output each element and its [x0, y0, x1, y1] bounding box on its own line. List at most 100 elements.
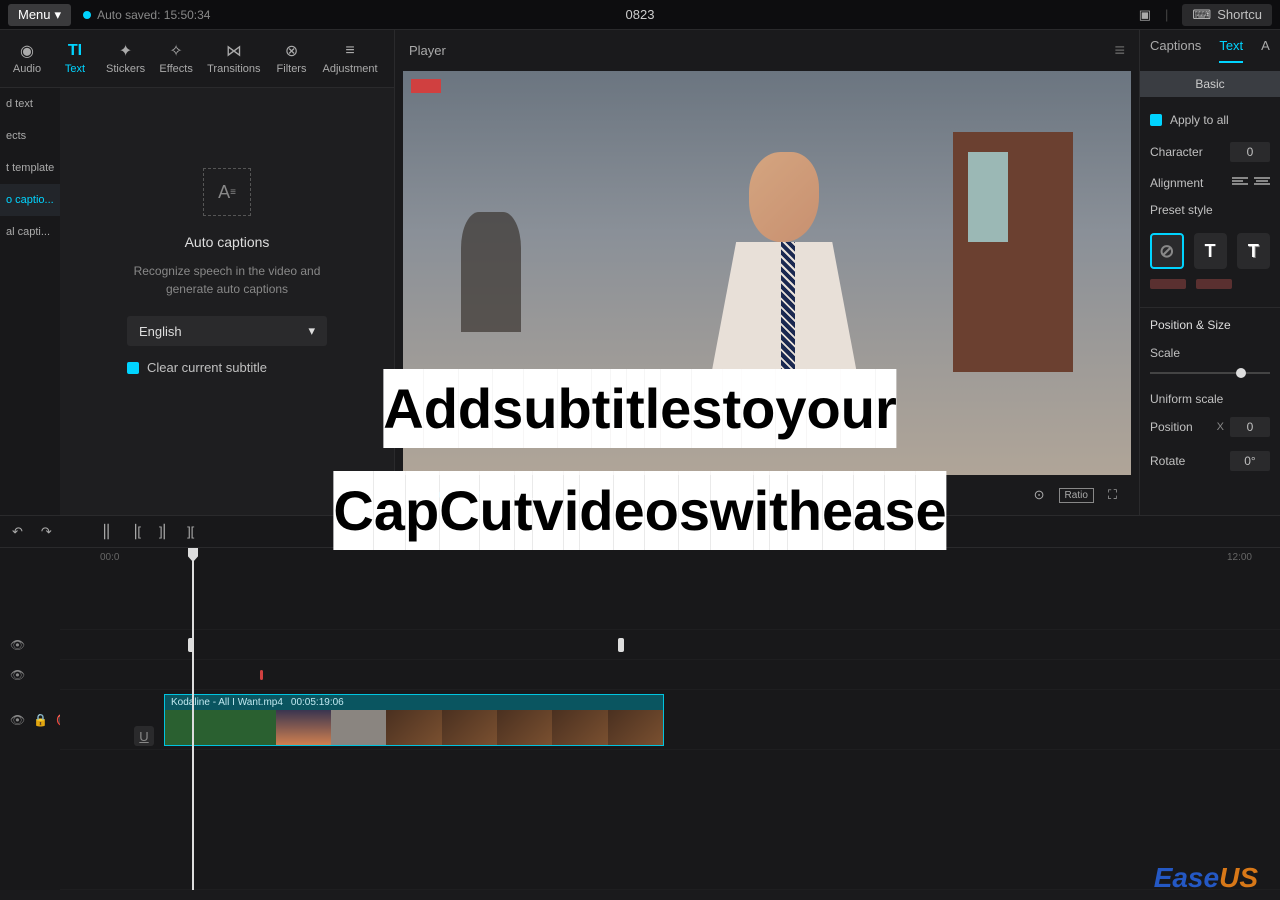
- track-audio-markers[interactable]: [60, 660, 1280, 690]
- split-left-icon[interactable]: ⎥[: [131, 524, 141, 540]
- tab-transitions[interactable]: ⋈Transitions: [201, 38, 266, 79]
- tab-captions[interactable]: Captions: [1150, 38, 1201, 63]
- playhead[interactable]: [192, 548, 194, 890]
- redo-icon[interactable]: ↷: [41, 524, 52, 540]
- eye-icon[interactable]: 👁: [10, 668, 25, 682]
- preset-none[interactable]: ⊘: [1150, 233, 1184, 269]
- layout-icon[interactable]: ▣: [1139, 7, 1151, 23]
- position-label: Position: [1150, 420, 1193, 434]
- uniform-scale-label: Uniform scale: [1140, 382, 1280, 410]
- sidebar-item-auto-captions[interactable]: o captio...: [0, 184, 60, 216]
- keyboard-icon: ⌨: [1192, 7, 1211, 23]
- language-select[interactable]: English ▾: [127, 316, 327, 346]
- chevron-down-icon: ▾: [55, 7, 62, 23]
- tab-text[interactable]: TI Text: [52, 38, 98, 79]
- tab-label: Stickers: [106, 63, 145, 75]
- track-video[interactable]: Kodaline - All I Want.mp4 00:05:19:06: [60, 690, 1280, 750]
- timeline-body: 👁 👁 👁🔒🔇 00:0 12:00: [0, 548, 1280, 890]
- undo-icon[interactable]: ↶: [12, 524, 23, 540]
- eye-icon[interactable]: 👁: [10, 713, 25, 727]
- align-center-icon[interactable]: [1254, 177, 1270, 189]
- sidebar-item-effects[interactable]: ects: [0, 120, 60, 152]
- apply-to-all-row[interactable]: Apply to all: [1140, 105, 1280, 135]
- ratio-button[interactable]: Ratio: [1059, 488, 1094, 503]
- auto-captions-icon: A≡: [203, 168, 251, 216]
- tab-filters[interactable]: ⊗Filters: [269, 38, 315, 79]
- sidebar-item-template[interactable]: t template: [0, 152, 60, 184]
- preset-1[interactable]: T: [1194, 233, 1227, 269]
- language-value: English: [139, 324, 182, 339]
- checkbox-icon[interactable]: [1150, 114, 1162, 126]
- text-icon: TI: [66, 42, 84, 60]
- character-value[interactable]: 0: [1230, 142, 1270, 162]
- split-icon[interactable]: ⎥⎢: [100, 524, 113, 540]
- adjustment-icon: ≡: [341, 42, 359, 60]
- basic-button[interactable]: Basic: [1140, 71, 1280, 97]
- clip-name: Kodaline - All I Want.mp4: [171, 697, 283, 708]
- tool-sidebar: d text ects t template o captio... al ca…: [0, 88, 60, 515]
- rotate-row: Rotate 0°: [1140, 444, 1280, 478]
- tab-text-props[interactable]: Text: [1219, 38, 1243, 63]
- effects-icon: ✧: [167, 42, 185, 60]
- pos-x-value[interactable]: 0: [1230, 417, 1270, 437]
- tab-effects[interactable]: ✧Effects: [153, 38, 199, 79]
- underline-tool-icon[interactable]: U: [134, 726, 154, 746]
- preset-2[interactable]: T: [1237, 233, 1270, 269]
- properties-panel: Captions Text A Basic Apply to all Chara…: [1140, 30, 1280, 515]
- character-label: Character: [1150, 145, 1203, 159]
- eye-icon[interactable]: 👁: [10, 638, 25, 652]
- tool-tabs: ◉Audio TI Text ✦Stickers ✧Effects ⋈Transi…: [0, 30, 394, 88]
- autosave-dot-icon: [83, 11, 91, 19]
- player-menu-icon[interactable]: ≡: [1114, 40, 1125, 61]
- fullscreen-icon[interactable]: ⛶: [1108, 487, 1117, 503]
- alignment-row: Alignment: [1140, 169, 1280, 197]
- checkbox-icon[interactable]: [127, 362, 139, 374]
- rotate-value[interactable]: 0°: [1230, 451, 1270, 471]
- clear-subtitle-row[interactable]: Clear current subtitle: [127, 360, 327, 375]
- track-empty: [60, 750, 1280, 890]
- split-right-icon[interactable]: ]⎢: [159, 524, 169, 540]
- timeline-tracks-area[interactable]: 00:0 12:00 Kodaline - All I Want.mp4 00: [60, 548, 1280, 890]
- focus-icon[interactable]: ⊙: [1034, 487, 1045, 503]
- video-clip[interactable]: Kodaline - All I Want.mp4 00:05:19:06: [164, 694, 664, 746]
- sidebar-item-add-text[interactable]: d text: [0, 88, 60, 120]
- autosave-text: Auto saved: 15:50:34: [97, 8, 210, 22]
- menu-button[interactable]: Menu ▾: [8, 4, 71, 26]
- preset-row-2: [1140, 279, 1280, 299]
- tick: 00:0: [100, 552, 119, 563]
- track-markers[interactable]: [60, 630, 1280, 660]
- pos-x-label: X: [1217, 421, 1224, 433]
- slider-thumb[interactable]: [1236, 368, 1246, 378]
- scale-label: Scale: [1140, 342, 1280, 364]
- sidebar-item-local-captions[interactable]: al capti...: [0, 216, 60, 248]
- scale-slider[interactable]: [1150, 372, 1270, 374]
- align-left-icon[interactable]: [1232, 177, 1248, 189]
- frame-badge: [411, 79, 441, 93]
- menu-label: Menu: [18, 7, 51, 22]
- shortcut-button[interactable]: ⌨ Shortcu: [1182, 4, 1272, 26]
- preset-4[interactable]: [1196, 279, 1232, 289]
- transitions-icon: ⋈: [225, 42, 243, 60]
- headline-line-1: Addsubtitlestoyour: [333, 376, 946, 442]
- clip-label: Kodaline - All I Want.mp4 00:05:19:06: [165, 695, 663, 710]
- tab-stickers[interactable]: ✦Stickers: [100, 38, 151, 79]
- top-bar: Menu ▾ Auto saved: 15:50:34 0823 ▣ | ⌨ S…: [0, 0, 1280, 30]
- marker[interactable]: [618, 638, 624, 652]
- preset-3[interactable]: [1150, 279, 1186, 289]
- watermark-us: US: [1219, 862, 1258, 893]
- tab-adjustment[interactable]: ≡Adjustment: [317, 38, 384, 79]
- timeline-track-controls: 👁 👁 👁🔒🔇: [0, 548, 60, 890]
- alignment-options: [1232, 177, 1270, 189]
- split-both-icon[interactable]: ][: [187, 524, 194, 539]
- lock-icon[interactable]: 🔒: [33, 713, 48, 727]
- tab-label: Text: [65, 63, 85, 75]
- tab-label: Audio: [13, 63, 41, 75]
- props-tabs: Captions Text A: [1140, 30, 1280, 63]
- alignment-label: Alignment: [1150, 176, 1203, 190]
- watermark: EaseUS: [1154, 862, 1258, 894]
- position-section-header: Position & Size: [1140, 307, 1280, 342]
- audio-marker[interactable]: [260, 670, 263, 680]
- tick: 12:00: [1227, 552, 1252, 563]
- tab-audio[interactable]: ◉Audio: [4, 38, 50, 79]
- tab-a[interactable]: A: [1261, 38, 1270, 63]
